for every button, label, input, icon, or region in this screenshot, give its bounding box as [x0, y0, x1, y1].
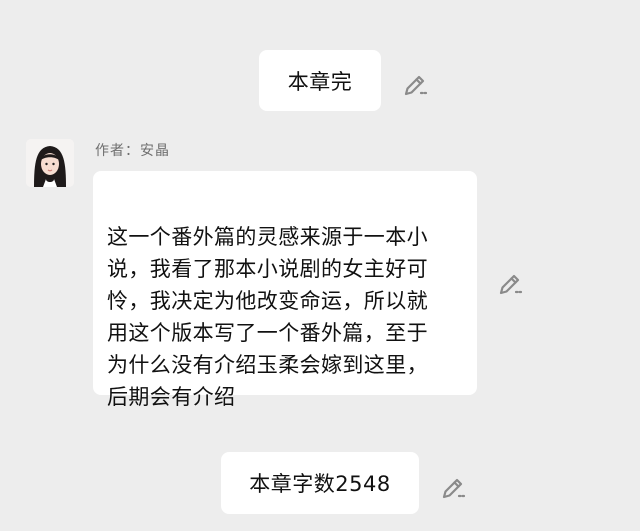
- author-name-label: 作者：安晶: [95, 143, 170, 159]
- author-note-text: 这一个番外篇的灵感来源于一本小 说，我看了那本小说剧的女主好可 怜，我决定为他改…: [107, 225, 428, 409]
- word-count-bubble: 本章字数2548: [221, 452, 419, 514]
- edit-pencil-icon[interactable]: [401, 71, 429, 99]
- chapter-end-bubble: 本章完: [259, 50, 381, 111]
- edit-pencil-icon[interactable]: [496, 270, 524, 298]
- chapter-end-text: 本章完: [287, 69, 353, 94]
- author-avatar[interactable]: [26, 139, 74, 187]
- edit-pencil-icon[interactable]: [439, 474, 467, 502]
- word-count-text: 本章字数2548: [249, 472, 391, 496]
- author-note-bubble: 这一个番外篇的灵感来源于一本小 说，我看了那本小说剧的女主好可 怜，我决定为他改…: [93, 171, 477, 409]
